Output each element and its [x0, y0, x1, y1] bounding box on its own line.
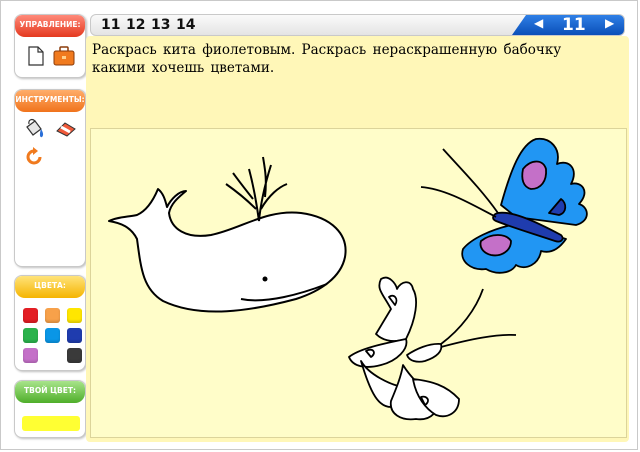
color-swatch-6[interactable] [67, 328, 82, 343]
tools-panel: ИНСТРУМЕНТЫ: [14, 89, 86, 267]
triangle-left-icon[interactable]: ◀ [534, 16, 543, 30]
task-text: Раскрась кита фиолетовым. Раскрась нерас… [92, 42, 562, 76]
control-panel-title: УПРАВЛЕНИЕ: [15, 15, 85, 37]
colors-panel: ЦВЕТА: [14, 275, 86, 371]
page-link-12[interactable]: 12 [126, 17, 145, 33]
color-swatch-1[interactable] [23, 308, 38, 323]
reset-icon[interactable] [23, 146, 45, 168]
tools-panel-title: ИНСТРУМЕНТЫ: [15, 90, 85, 112]
current-page-number: 11 [562, 15, 586, 35]
coloring-picture [108, 137, 588, 421]
your-color-panel-title: ТВОЙ ЦВЕТ: [15, 381, 85, 403]
butterfly-uncolored[interactable] [348, 276, 517, 421]
color-swatch-4[interactable] [23, 328, 38, 343]
control-panel: УПРАВЛЕНИЕ: [14, 14, 86, 78]
triangle-right-icon[interactable]: ▶ [605, 16, 614, 30]
whale[interactable] [108, 156, 347, 313]
briefcase-icon[interactable] [53, 45, 75, 67]
color-swatch-8[interactable] [67, 348, 82, 363]
page-link-14[interactable]: 14 [176, 17, 195, 33]
page-link-13[interactable]: 13 [151, 17, 170, 33]
current-color-swatch [22, 416, 80, 431]
color-swatch-2[interactable] [45, 308, 60, 323]
paint-bucket-icon[interactable] [23, 118, 45, 140]
new-page-icon[interactable] [25, 45, 47, 67]
your-color-panel: ТВОЙ ЦВЕТ: [14, 380, 86, 438]
page-link-11[interactable]: 11 [101, 17, 120, 33]
eraser-icon[interactable] [55, 118, 77, 140]
page-switcher: ◀ 11 ▶ [512, 15, 624, 35]
color-swatch-3[interactable] [67, 308, 82, 323]
color-swatch-7[interactable] [23, 348, 38, 363]
page-navigation-bar: 11 12 13 14 ◀ 11 ▶ [90, 14, 625, 36]
butterfly-colored[interactable] [420, 137, 588, 274]
color-swatch-5[interactable] [45, 328, 60, 343]
coloring-canvas[interactable] [90, 128, 627, 438]
colors-panel-title: ЦВЕТА: [15, 276, 85, 298]
